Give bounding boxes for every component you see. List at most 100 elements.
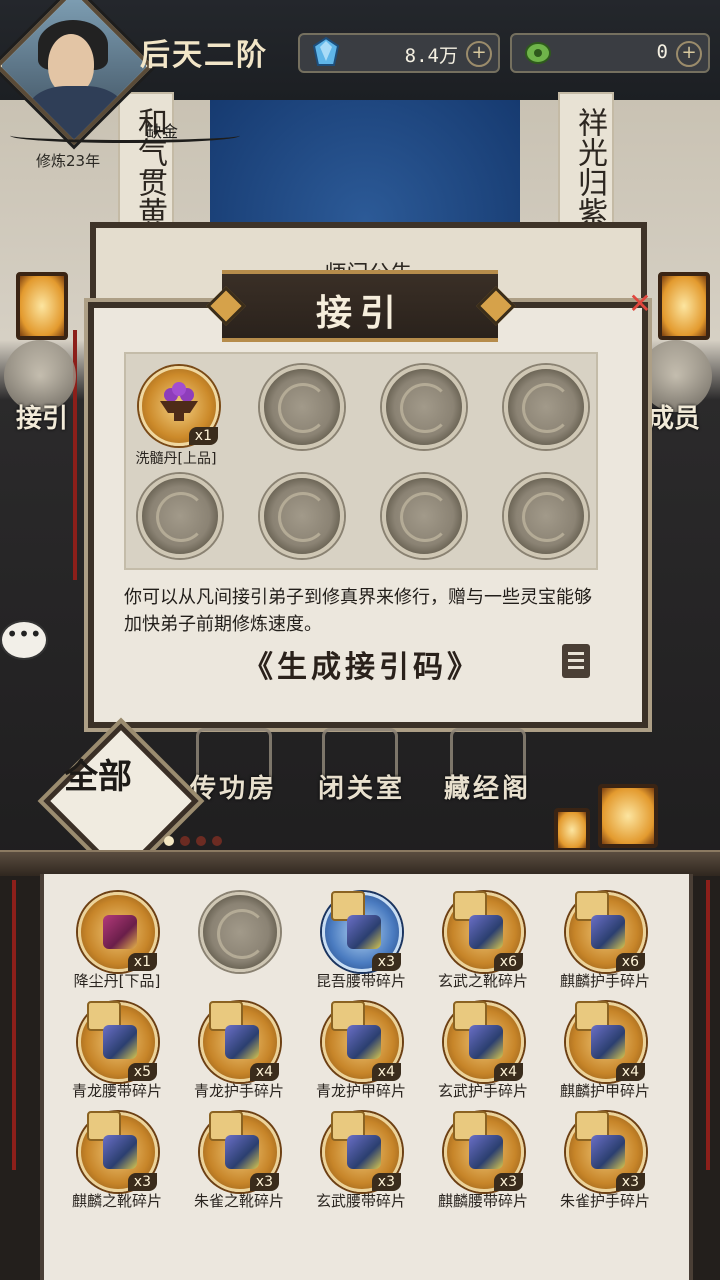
empty-slot[interactable] bbox=[382, 365, 466, 449]
inventory-slot[interactable]: x3 bbox=[78, 1111, 158, 1192]
gauntlet-fragment-icon bbox=[225, 1025, 259, 1059]
pole-left bbox=[12, 880, 16, 1170]
recruit-nav-label[interactable]: 接引 bbox=[16, 398, 68, 435]
belt-fragment-icon bbox=[347, 1135, 381, 1169]
inventory-item-name: 麒麟之靴碎片 bbox=[71, 1192, 162, 1210]
inventory-slot[interactable]: x3 bbox=[566, 1111, 646, 1192]
item-count: x6 bbox=[615, 953, 645, 971]
item-count: x4 bbox=[493, 1063, 523, 1081]
item-count: x3 bbox=[371, 1173, 401, 1191]
inventory-item-name: 青龙护甲碎片 bbox=[315, 1082, 406, 1100]
inventory-item-name: 麒麟护甲碎片 bbox=[559, 1082, 650, 1100]
empty-slot[interactable] bbox=[504, 474, 588, 558]
item-name: 洗髓丹[上品] bbox=[135, 451, 217, 467]
inventory-item-name: 朱雀护手碎片 bbox=[559, 1192, 650, 1210]
lantern-right-icon bbox=[658, 272, 710, 340]
popup-description: 你可以从凡间接引弟子到修真界来修行，赠与一些灵宝能够加快弟子前期修炼速度。 bbox=[124, 587, 592, 635]
lantern-icon bbox=[598, 784, 658, 848]
item-count: x3 bbox=[371, 953, 401, 971]
inventory-slot[interactable]: x3 bbox=[322, 891, 402, 972]
cultivation-years: 修炼23年 bbox=[36, 152, 101, 170]
boots-fragment-icon bbox=[103, 1135, 137, 1169]
empty-slot[interactable] bbox=[382, 474, 466, 558]
inventory-slot[interactable] bbox=[200, 892, 280, 972]
inventory-item-name: 昆吾腰带碎片 bbox=[315, 972, 406, 990]
inventory-item-name: 朱雀之靴碎片 bbox=[193, 1192, 284, 1210]
inventory-slot[interactable]: x3 bbox=[200, 1111, 280, 1192]
gauntlet-fragment-icon bbox=[469, 1025, 503, 1059]
inventory-slot[interactable]: x4 bbox=[566, 1001, 646, 1082]
close-icon[interactable]: ✕ bbox=[628, 290, 652, 318]
resource-jade[interactable]: 0 + bbox=[510, 33, 710, 73]
empty-slot[interactable] bbox=[138, 474, 222, 558]
gauntlet-fragment-icon bbox=[591, 1135, 625, 1169]
pill-box-icon bbox=[103, 915, 137, 949]
jade-icon bbox=[525, 42, 551, 64]
inventory-slot[interactable]: x3 bbox=[322, 1111, 402, 1192]
inventory-item-name: 青龙护手碎片 bbox=[193, 1082, 284, 1100]
page-dot[interactable] bbox=[196, 836, 206, 846]
item-count: x6 bbox=[493, 953, 523, 971]
building-label[interactable]: 闭关室 bbox=[318, 768, 405, 805]
gauntlet-fragment-icon bbox=[591, 915, 625, 949]
inventory-item-name: 青龙腰带碎片 bbox=[71, 1082, 162, 1100]
inventory-slot[interactable]: x6 bbox=[566, 891, 646, 972]
reward-slot-filled[interactable]: x1 bbox=[139, 366, 219, 446]
building-label[interactable]: 传功房 bbox=[190, 768, 277, 805]
members-nav-label[interactable]: 成员 bbox=[648, 398, 700, 435]
popup-title-bar: 接引 bbox=[222, 270, 498, 342]
couplet-right: 祥光归紫 bbox=[558, 92, 614, 241]
resource-spirit-crystal[interactable]: 8.4万 + bbox=[298, 33, 500, 73]
page-dot[interactable] bbox=[180, 836, 190, 846]
inventory-slot[interactable]: x4 bbox=[200, 1001, 280, 1082]
spirit-crystal-icon bbox=[312, 37, 340, 66]
item-count: x1 bbox=[127, 953, 157, 971]
add-crystal-button[interactable]: + bbox=[466, 41, 492, 67]
inventory-item-name: 玄武护手碎片 bbox=[437, 1082, 528, 1100]
item-count: x1 bbox=[188, 427, 218, 445]
list-icon[interactable] bbox=[562, 644, 590, 678]
elixir-bowl-icon bbox=[160, 382, 198, 421]
empty-slot[interactable] bbox=[260, 474, 344, 558]
inventory-slot[interactable]: x5 bbox=[78, 1001, 158, 1082]
chat-bubble-icon[interactable]: ••• bbox=[0, 620, 48, 660]
boots-fragment-icon bbox=[469, 915, 503, 949]
inventory-divider bbox=[0, 850, 720, 876]
item-count: x4 bbox=[371, 1063, 401, 1081]
inventory-item-name: 降尘丹[下品] bbox=[73, 972, 161, 990]
add-jade-button[interactable]: + bbox=[676, 41, 702, 67]
generate-code-button[interactable]: 《生成接引码》 bbox=[222, 642, 502, 685]
page-dot[interactable] bbox=[212, 836, 222, 846]
item-count: x3 bbox=[127, 1173, 157, 1191]
filter-all-label[interactable]: 全部 bbox=[64, 756, 164, 798]
lantern-left-icon bbox=[16, 272, 68, 340]
boots-fragment-icon bbox=[225, 1135, 259, 1169]
belt-fragment-icon bbox=[103, 1025, 137, 1059]
couplet-left: 和气贯黄 bbox=[118, 92, 174, 241]
empty-slot-icon bbox=[217, 909, 267, 959]
item-count: x3 bbox=[249, 1173, 279, 1191]
empty-slot[interactable] bbox=[504, 365, 588, 449]
pole-right bbox=[706, 880, 710, 1170]
page-dot[interactable] bbox=[164, 836, 174, 846]
item-count: x5 bbox=[127, 1063, 157, 1081]
armor-fragment-icon bbox=[591, 1025, 625, 1059]
item-count: x4 bbox=[615, 1063, 645, 1081]
empty-slot[interactable] bbox=[260, 365, 344, 449]
inventory-item-name: 麒麟护手碎片 bbox=[559, 972, 650, 990]
inventory-item-name: 玄武腰带碎片 bbox=[315, 1192, 406, 1210]
inventory-slot[interactable]: x1 bbox=[78, 892, 158, 972]
lantern-small-icon bbox=[554, 808, 590, 852]
item-count: x3 bbox=[493, 1173, 523, 1191]
building-label[interactable]: 藏经阁 bbox=[444, 768, 531, 805]
cultivation-rank: 后天二阶 bbox=[140, 38, 268, 73]
item-count: x4 bbox=[249, 1063, 279, 1081]
player-name: 缺金 bbox=[146, 122, 179, 141]
inventory-slot[interactable]: x4 bbox=[444, 1001, 524, 1082]
inventory-slot[interactable]: x4 bbox=[322, 1001, 402, 1082]
inventory-slot[interactable]: x6 bbox=[444, 891, 524, 972]
belt-fragment-icon bbox=[347, 915, 381, 949]
inventory-slot[interactable]: x3 bbox=[444, 1111, 524, 1192]
belt-fragment-icon bbox=[469, 1135, 503, 1169]
jade-value: 0 bbox=[656, 41, 668, 63]
